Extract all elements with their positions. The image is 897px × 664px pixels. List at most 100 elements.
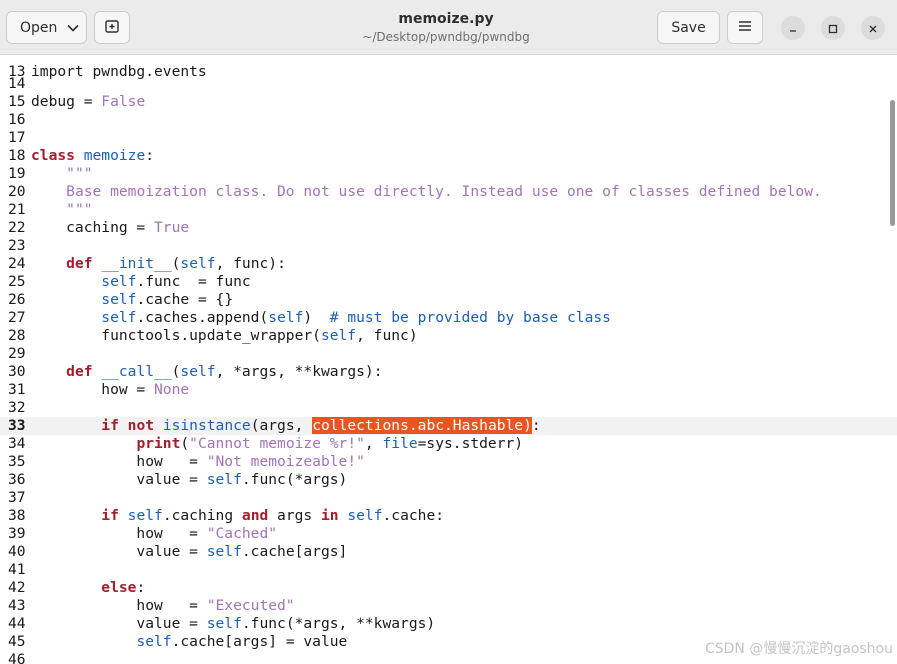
code-line[interactable]: 36 value = self.func(*args) — [0, 471, 897, 489]
code-line[interactable]: 19 """ — [0, 165, 897, 183]
text-editor-window: Open memoize.py ~/Desktop/pwndbg/pwndbg … — [0, 0, 897, 664]
code-token: self — [101, 273, 137, 290]
code-line[interactable]: 39 how = "Cached" — [0, 525, 897, 543]
line-number: 27 — [8, 309, 26, 326]
code-token: None — [154, 381, 190, 398]
code-line[interactable]: 22 caching = True — [0, 219, 897, 237]
code-editor[interactable]: 13 import pwndbg.events 14 15 debug = False… — [0, 55, 897, 664]
line-text: functools.update_wrapper(self, func) — [31, 327, 417, 345]
line-number: 37 — [8, 489, 26, 506]
line-number: 18 — [8, 147, 26, 164]
code-token: .cache[args] = value — [171, 633, 348, 650]
close-button[interactable] — [861, 16, 885, 40]
code-line[interactable]: 14 — [0, 75, 897, 93]
line-number: 30 — [8, 363, 26, 380]
code-token: else — [101, 579, 137, 596]
code-token: in — [320, 507, 339, 524]
code-line[interactable]: 23 — [0, 237, 897, 255]
line-number: 41 — [8, 561, 26, 578]
code-line[interactable]: 42 else: — [0, 579, 897, 597]
line-number: 42 — [8, 579, 26, 596]
line-number: 44 — [8, 615, 26, 632]
line-text: class memoize: — [31, 147, 154, 165]
code-token: "Not memoizeable!" — [206, 453, 365, 470]
code-token: self — [206, 471, 242, 488]
code-token: self — [320, 327, 357, 344]
code-token: self — [101, 291, 137, 308]
code-token: ( — [180, 435, 190, 452]
code-token: __init__ — [101, 255, 172, 272]
new-tab-icon — [104, 18, 120, 38]
code-line[interactable]: 27 self.caches.append(self) # must be pr… — [0, 309, 897, 327]
code-token: ) — [303, 309, 330, 326]
code-line[interactable]: 38 if self.caching and args in self.cach… — [0, 507, 897, 525]
code-line[interactable]: 20 Base memoization class. Do not use di… — [0, 183, 897, 201]
vertical-scrollbar[interactable] — [890, 100, 895, 226]
line-text: self.caches.append(self) # must be provi… — [31, 309, 611, 327]
code-line[interactable]: 40 value = self.cache[args] — [0, 543, 897, 561]
code-line[interactable]: 34 print("Cannot memoize %r!", file=sys.… — [0, 435, 897, 453]
code-line[interactable]: 32 — [0, 399, 897, 417]
code-token: and — [241, 507, 269, 524]
code-line[interactable]: 18 class memoize: — [0, 147, 897, 165]
code-token: if — [101, 507, 119, 524]
open-button[interactable]: Open — [6, 11, 87, 44]
code-token: memoize — [83, 147, 146, 164]
code-line[interactable]: 41 — [0, 561, 897, 579]
line-text: else: — [31, 579, 145, 597]
code-token: self — [180, 363, 216, 380]
code-token: .func(*args, **kwargs) — [241, 615, 436, 632]
code-line[interactable]: 33 if not isinstance(args, collections.a… — [0, 417, 897, 435]
save-button[interactable]: Save — [657, 11, 720, 44]
code-line[interactable]: 21 """ — [0, 201, 897, 219]
code-token: debug = — [31, 93, 102, 110]
line-number: 45 — [8, 633, 26, 650]
code-token: def — [66, 255, 93, 272]
code-token: self — [347, 507, 383, 524]
code-line[interactable]: 43 how = "Executed" — [0, 597, 897, 615]
code-line[interactable]: 44 value = self.func(*args, **kwargs) — [0, 615, 897, 633]
maximize-button[interactable] — [821, 16, 845, 40]
code-line[interactable]: 24 def __init__(self, func): — [0, 255, 897, 273]
code-token: (args, — [250, 417, 313, 434]
code-line[interactable]: 30 def __call__(self, *args, **kwargs): — [0, 363, 897, 381]
minimize-button[interactable] — [781, 16, 805, 40]
code-line[interactable]: 28 functools.update_wrapper(self, func) — [0, 327, 897, 345]
code-token: .cache: — [382, 507, 445, 524]
code-token: value = — [31, 471, 207, 488]
code-token: self — [136, 633, 172, 650]
code-line[interactable]: 15 debug = False — [0, 93, 897, 111]
main-menu-button[interactable] — [727, 11, 763, 44]
code-token: .cache = {} — [136, 291, 234, 308]
maximize-icon — [828, 19, 838, 38]
header-bar: Open memoize.py ~/Desktop/pwndbg/pwndbg … — [0, 0, 897, 55]
line-number: 39 — [8, 525, 26, 542]
line-number: 46 — [8, 651, 26, 664]
code-line[interactable]: 25 self.func = func — [0, 273, 897, 291]
line-number: 17 — [8, 129, 26, 146]
code-line[interactable]: 31 how = None — [0, 381, 897, 399]
code-line[interactable]: 29 — [0, 345, 897, 363]
line-text: value = self.func(*args, **kwargs) — [31, 615, 435, 633]
code-token: not — [127, 417, 155, 434]
code-token: =sys.stderr) — [417, 435, 524, 452]
code-line[interactable]: 17 — [0, 129, 897, 147]
new-tab-button[interactable] — [94, 11, 130, 44]
line-number: 25 — [8, 273, 26, 290]
selected-text: collections.abc.Hashable) — [312, 417, 532, 434]
code-line[interactable]: 16 — [0, 111, 897, 129]
code-token: self — [206, 615, 242, 632]
line-text: def __call__(self, *args, **kwargs): — [31, 363, 382, 381]
code-line[interactable]: 35 how = "Not memoizeable!" — [0, 453, 897, 471]
line-text: Base memoization class. Do not use direc… — [31, 183, 822, 201]
code-line[interactable]: 37 — [0, 489, 897, 507]
line-number: 38 — [8, 507, 26, 524]
line-text: if not isinstance(args, collections.abc.… — [31, 417, 541, 435]
code-line[interactable]: 26 self.cache = {} — [0, 291, 897, 309]
